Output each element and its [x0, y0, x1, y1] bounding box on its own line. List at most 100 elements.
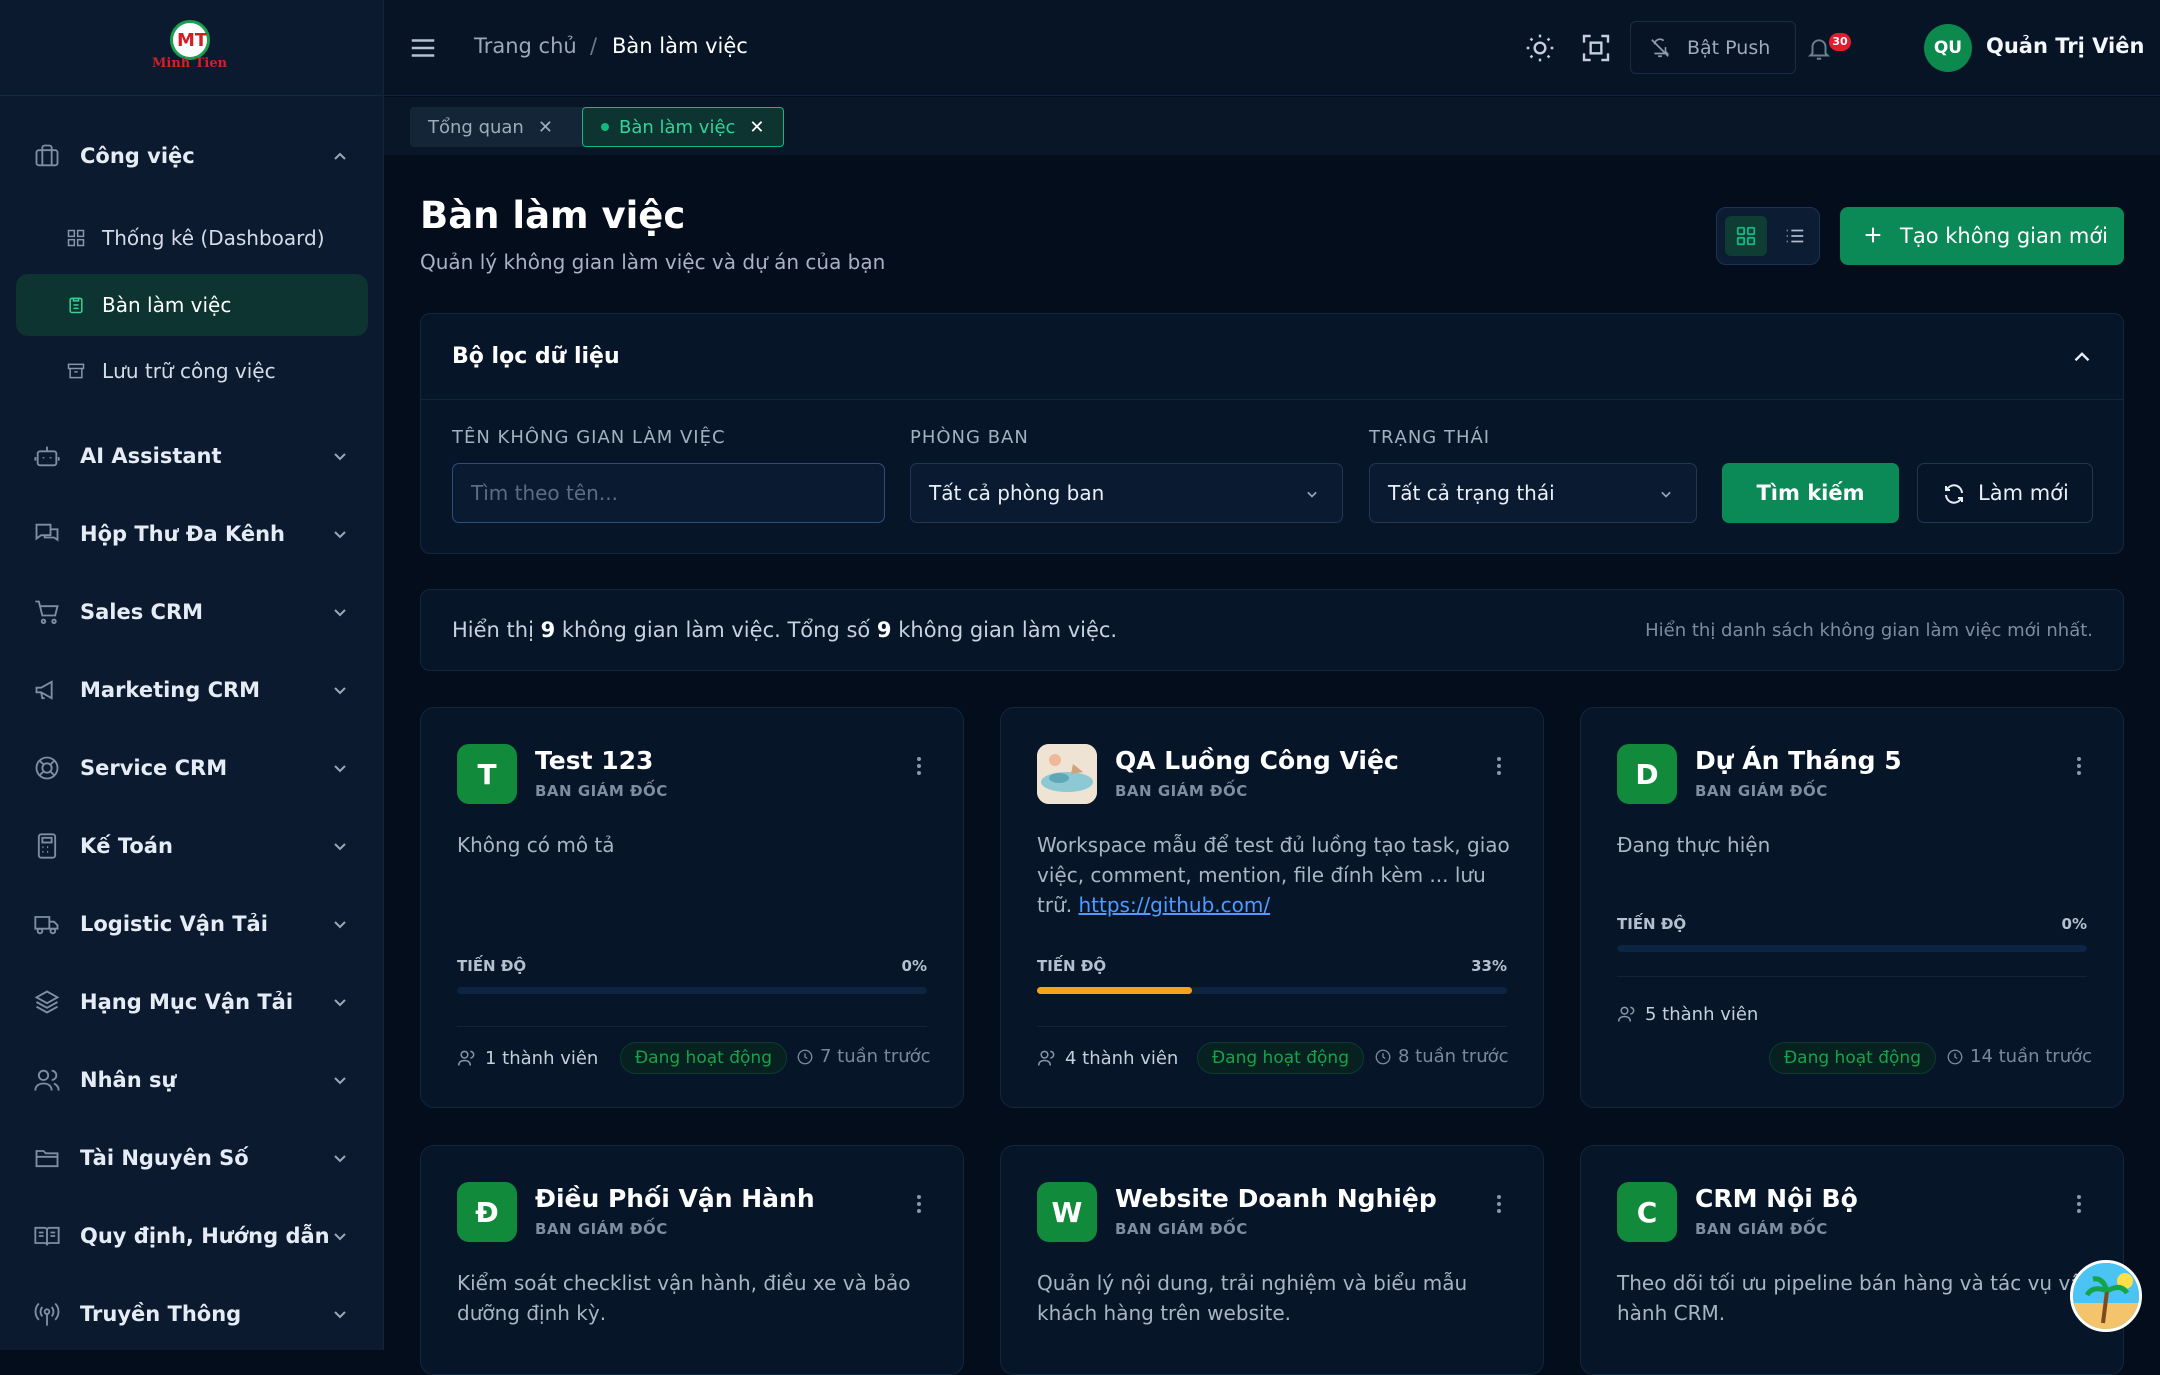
status-filter-label: TRẠNG THÁI	[1369, 427, 1491, 448]
users-icon	[1617, 1006, 1635, 1022]
reset-label: Làm mới	[1978, 481, 2069, 505]
sidebar-group-logistic[interactable]: Logistic Vận Tải	[32, 902, 352, 946]
more-vertical-icon[interactable]	[1495, 754, 1503, 778]
sidebar-group-label: Service CRM	[80, 756, 228, 780]
description-link[interactable]: https://github.com/	[1078, 893, 1270, 917]
workspace-card[interactable]: T Test 123 BAN GIÁM ĐỐC Không có mô tả T…	[420, 707, 964, 1108]
create-workspace-button[interactable]: Tạo không gian mới	[1840, 207, 2124, 265]
sidebar-group-label: Kế Toán	[80, 834, 173, 858]
close-icon[interactable]: ✕	[749, 117, 764, 138]
sidebar-group-truyen-thong[interactable]: Truyền Thông	[32, 1292, 352, 1336]
workspace-title[interactable]: QA Luồng Công Việc	[1115, 746, 1399, 775]
sidebar-group-service-crm[interactable]: Service CRM	[32, 746, 352, 790]
sidebar-group-label: Truyền Thông	[80, 1302, 242, 1326]
more-vertical-icon[interactable]	[915, 1192, 923, 1216]
cart-icon	[32, 597, 62, 627]
breadcrumb-home[interactable]: Trang chủ	[474, 34, 577, 58]
grid-view-button[interactable]	[1725, 216, 1767, 256]
tab-label: Tổng quan	[428, 116, 524, 138]
workspace-title[interactable]: Điều Phối Vận Hành	[535, 1184, 815, 1213]
sidebar-group-ai-assistant[interactable]: AI Assistant	[32, 434, 352, 478]
dept-select[interactable]: Tất cả phòng ban	[910, 463, 1343, 523]
sidebar-group-tai-nguyen[interactable]: Tài Nguyên Số	[32, 1136, 352, 1180]
fullscreen-icon[interactable]	[1580, 32, 1612, 64]
sidebar-group-nhan-su[interactable]: Nhân sự	[32, 1058, 352, 1102]
sun-icon[interactable]	[1524, 32, 1556, 64]
workspace-dept: BAN GIÁM ĐỐC	[1115, 1220, 1248, 1238]
book-icon	[32, 1221, 62, 1251]
grid-icon	[1736, 226, 1756, 246]
close-icon[interactable]: ✕	[538, 117, 553, 138]
workspace-dept: BAN GIÁM ĐỐC	[1695, 1220, 1828, 1238]
sidebar-item-ban-lam-viec[interactable]: Bàn làm việc	[16, 274, 368, 336]
workspace-card[interactable]: W Website Doanh Nghiệp BAN GIÁM ĐỐC Quản…	[1000, 1145, 1544, 1375]
progress-value: 0%	[901, 957, 927, 975]
clock-icon	[797, 1049, 813, 1064]
sidebar-group-hang-muc[interactable]: Hạng Mục Vận Tải	[32, 980, 352, 1024]
avatar[interactable]: QU	[1924, 24, 1972, 72]
more-vertical-icon[interactable]	[1495, 1192, 1503, 1216]
workspace-title[interactable]: CRM Nội Bộ	[1695, 1184, 1858, 1213]
workspace-desc: Quản lý nội dung, trải nghiệm và biểu mẫ…	[1037, 1271, 1468, 1325]
layers-icon	[32, 987, 62, 1017]
sidebar-group-marketing-crm[interactable]: Marketing CRM	[32, 668, 352, 712]
progress-label: TIẾN ĐỘ	[457, 957, 527, 975]
workspace-card[interactable]: D Dự Án Tháng 5 BAN GIÁM ĐỐC Đang thực h…	[1580, 707, 2124, 1108]
sidebar-group-sales-crm[interactable]: Sales CRM	[32, 590, 352, 634]
divider	[1037, 1026, 1507, 1027]
workspace-card[interactable]: Đ Điều Phối Vận Hành BAN GIÁM ĐỐC Kiểm s…	[420, 1145, 964, 1375]
sidebar-item-luu-tru[interactable]: Lưu trữ công việc	[16, 340, 368, 402]
workspace-dept: BAN GIÁM ĐỐC	[535, 1220, 668, 1238]
chevron-down-icon	[334, 531, 346, 539]
sidebar-group-ke-toan[interactable]: Kế Toán	[32, 824, 352, 868]
plus-icon	[1865, 227, 1881, 243]
notification-badge: 30	[1829, 33, 1851, 51]
logo-text: Minh Tien	[152, 56, 228, 71]
workspace-title[interactable]: Dự Án Tháng 5	[1695, 746, 1902, 775]
search-button[interactable]: Tìm kiếm	[1722, 463, 1899, 523]
chevron-down-icon	[334, 1233, 346, 1241]
tab-ban-lam-viec[interactable]: Bàn làm việc ✕	[582, 107, 784, 147]
logo[interactable]: MT Minh Tien	[0, 0, 383, 96]
sidebar-item-label: Thống kê (Dashboard)	[102, 226, 325, 250]
tab-label: Bàn làm việc	[619, 116, 736, 138]
more-vertical-icon[interactable]	[2075, 1192, 2083, 1216]
sidebar-item-dashboard[interactable]: Thống kê (Dashboard)	[16, 207, 368, 269]
workspace-desc: Đang thực hiện	[1617, 833, 1771, 857]
workspace-title[interactable]: Website Doanh Nghiệp	[1115, 1184, 1437, 1213]
workspace-avatar: C	[1617, 1182, 1677, 1242]
divider	[457, 1026, 927, 1027]
menu-icon[interactable]	[408, 33, 438, 63]
user-name[interactable]: Quản Trị Viên	[1986, 34, 2144, 58]
workspace-card[interactable]: QA Luồng Công Việc BAN GIÁM ĐỐC Workspac…	[1000, 707, 1544, 1108]
sidebar-group-quy-dinh[interactable]: Quy định, Hướng dẫn	[32, 1214, 352, 1258]
workspace-title[interactable]: Test 123	[535, 746, 653, 775]
more-vertical-icon[interactable]	[2075, 754, 2083, 778]
chevron-down-icon	[1661, 491, 1671, 498]
list-view-button[interactable]	[1775, 216, 1815, 256]
sidebar-group-label: Logistic Vận Tải	[80, 912, 268, 936]
chevron-down-icon	[334, 765, 346, 773]
more-vertical-icon[interactable]	[915, 754, 923, 778]
workspace-card[interactable]: C CRM Nội Bộ BAN GIÁM ĐỐC Theo dõi tối ư…	[1580, 1145, 2124, 1375]
chevron-down-icon	[334, 609, 346, 617]
status-badge: Đang hoạt động	[1769, 1042, 1936, 1074]
beach-icon	[2073, 1263, 2139, 1329]
filter-header[interactable]: Bộ lọc dữ liệu	[421, 314, 2123, 400]
push-toggle-button[interactable]: Bật Push	[1630, 21, 1796, 74]
workspace-desc: Không có mô tả	[457, 833, 615, 857]
tab-tong-quan[interactable]: Tổng quan ✕	[410, 107, 586, 147]
name-search-input[interactable]: Tìm theo tên...	[452, 463, 885, 523]
sidebar-group-cong-viec[interactable]: Công việc	[32, 134, 352, 178]
sidebar-group-hop-thu[interactable]: Hộp Thư Đa Kênh	[32, 512, 352, 556]
name-filter-label: TÊN KHÔNG GIAN LÀM VIỆC	[452, 427, 726, 448]
folder-icon	[32, 1143, 62, 1173]
reset-button[interactable]: Làm mới	[1917, 463, 2093, 523]
chat-assistant-button[interactable]	[2070, 1260, 2142, 1332]
status-select[interactable]: Tất cả trạng thái	[1369, 463, 1697, 523]
sidebar-group-label: Sales CRM	[80, 600, 204, 624]
users-icon	[457, 1050, 475, 1066]
results-hint: Hiển thị danh sách không gian làm việc m…	[1645, 620, 2093, 641]
chevron-up-icon[interactable]	[2069, 344, 2095, 370]
megaphone-icon	[32, 675, 62, 705]
